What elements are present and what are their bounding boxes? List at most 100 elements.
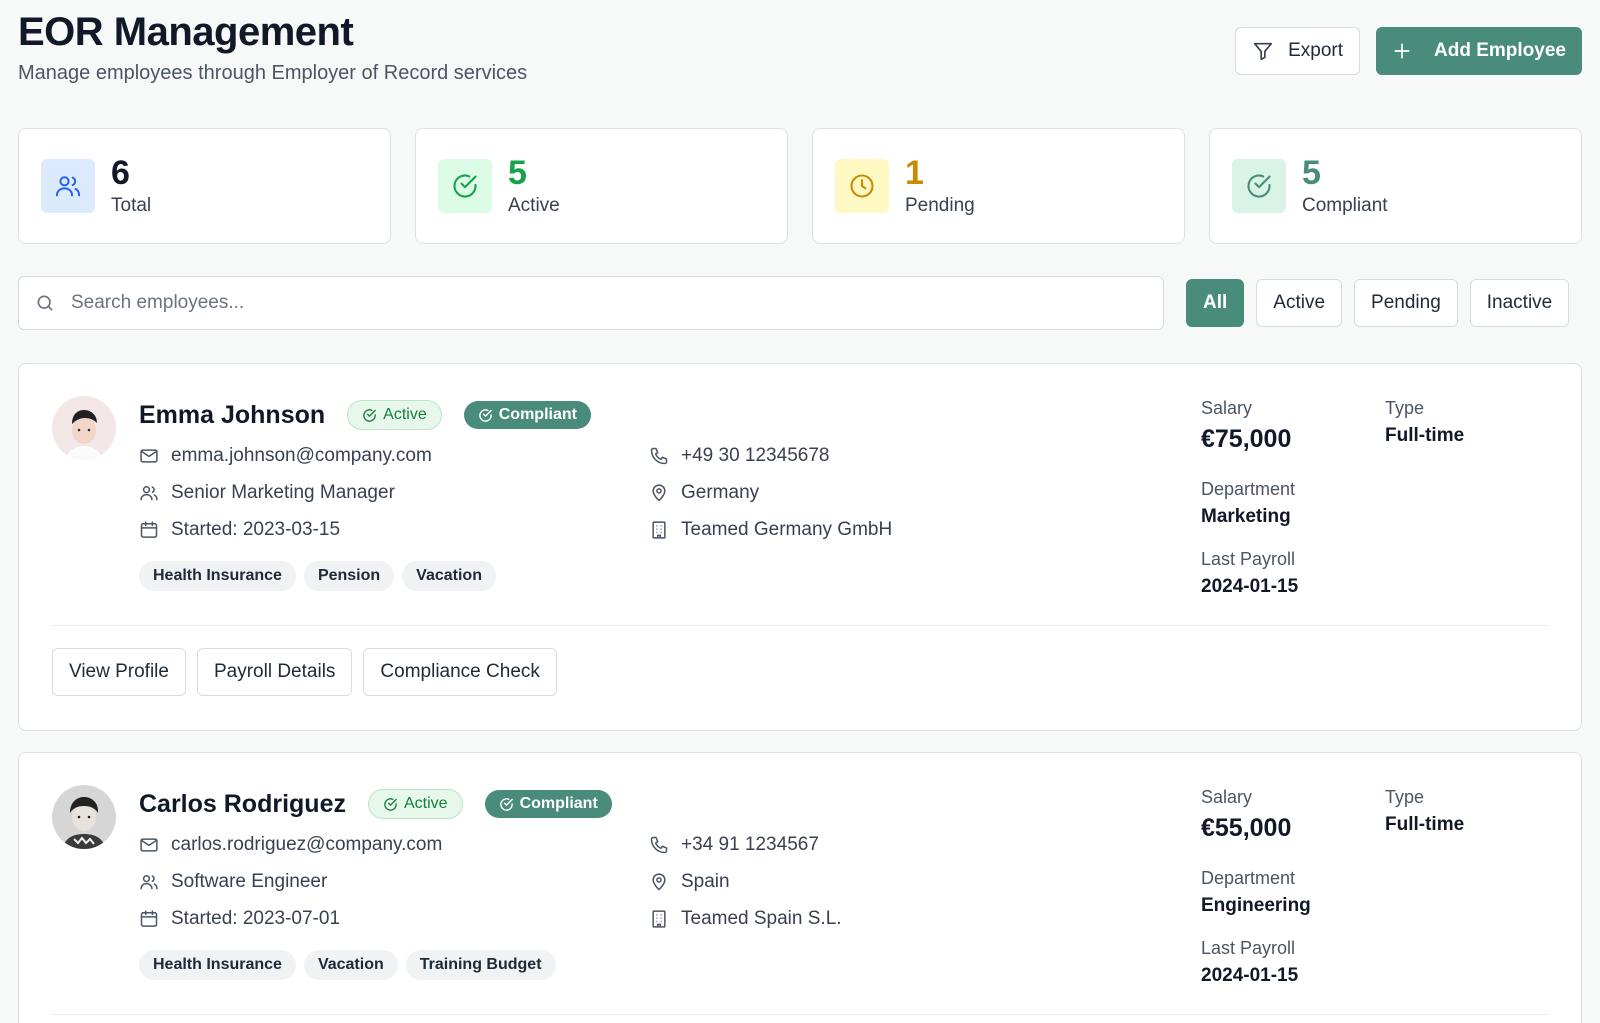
- employee-entity-row: Teamed Germany GmbH: [649, 518, 892, 542]
- status-badge-active: Active: [367, 789, 463, 819]
- search-icon: [35, 293, 55, 313]
- employee-start-date: Started: 2023-03-15: [171, 519, 341, 540]
- add-employee-button[interactable]: Add Employee: [1376, 27, 1582, 75]
- employee-email: emma.johnson@company.com: [171, 445, 432, 466]
- stat-card-total: 6 Total: [18, 128, 391, 244]
- stat-label-active: Active: [508, 195, 560, 216]
- payroll-details-button[interactable]: Payroll Details: [196, 648, 353, 696]
- department-value: Marketing: [1201, 506, 1291, 527]
- stat-value-pending: 1: [905, 154, 924, 192]
- header-actions: Export Add Employee: [1235, 27, 1582, 75]
- compliance-badge: Compliant: [484, 790, 612, 818]
- employee-start-date: Started: 2023-07-01: [171, 908, 341, 929]
- employee-role: Senior Marketing Manager: [171, 482, 395, 503]
- employee-name: Carlos Rodriguez: [139, 789, 346, 818]
- check-circle-icon: [478, 408, 493, 423]
- building-icon: [649, 909, 669, 929]
- filter-all[interactable]: All: [1186, 279, 1245, 327]
- users-icon: [41, 159, 95, 213]
- salary-value: €55,000: [1201, 814, 1292, 842]
- last-payroll-value: 2024-01-15: [1201, 965, 1299, 986]
- department-block: Department Engineering: [1201, 868, 1311, 917]
- department-label: Department: [1201, 479, 1296, 499]
- filter-pending[interactable]: Pending: [1354, 279, 1458, 327]
- employee-card: Carlos Rodriguez Active Compliant carlos…: [18, 752, 1582, 1023]
- benefit-tag: Vacation: [402, 561, 496, 591]
- status-badge-label: Active: [383, 406, 427, 423]
- stat-label-total: Total: [111, 195, 152, 216]
- clock-icon: [835, 159, 889, 213]
- employee-role: Software Engineer: [171, 871, 328, 892]
- last-payroll-label: Last Payroll: [1201, 549, 1296, 569]
- status-badge-label: Active: [403, 795, 448, 812]
- stat-label-compliant: Compliant: [1302, 195, 1388, 216]
- employee-role-row: Software Engineer: [139, 870, 442, 894]
- employee-email-row: emma.johnson@company.com: [139, 444, 432, 468]
- type-block: Type Full-time: [1385, 787, 1464, 836]
- benefit-tag: Health Insurance: [139, 561, 296, 591]
- calendar-icon: [139, 520, 159, 540]
- users-icon: [139, 872, 159, 892]
- employee-phone: +34 91 1234567: [681, 834, 819, 855]
- search-box[interactable]: [18, 276, 1164, 330]
- last-payroll-block: Last Payroll 2024-01-15: [1201, 549, 1298, 598]
- type-label: Type: [1385, 398, 1425, 418]
- users-icon: [139, 483, 159, 503]
- employee-entity: Teamed Spain S.L.: [681, 908, 842, 929]
- stat-value-compliant: 5: [1302, 154, 1321, 192]
- employee-info-left: carlos.rodriguez@company.com Software En…: [139, 833, 442, 931]
- last-payroll-label: Last Payroll: [1201, 938, 1296, 958]
- benefits-list: Health Insurance Vacation Training Budge…: [139, 950, 556, 980]
- department-value: Engineering: [1201, 895, 1311, 916]
- salary-block: Salary €55,000: [1201, 787, 1291, 843]
- export-button[interactable]: Export: [1235, 27, 1361, 75]
- employee-start-row: Started: 2023-03-15: [139, 518, 432, 542]
- employee-card: Emma Johnson Active Compliant emma.johns…: [18, 363, 1582, 731]
- employee-name-row: Emma Johnson Active Compliant: [139, 400, 591, 430]
- stats-row: 6 Total 5 Active 1 Pending 5 Compliant: [18, 128, 1582, 244]
- plus-icon: [1392, 41, 1412, 61]
- card-divider: [52, 625, 1548, 626]
- mail-icon: [139, 446, 159, 466]
- employee-email-row: carlos.rodriguez@company.com: [139, 833, 442, 857]
- phone-icon: [649, 446, 669, 466]
- filter-active[interactable]: Active: [1256, 279, 1343, 327]
- department-block: Department Marketing: [1201, 479, 1295, 528]
- compliance-badge-label: Compliant: [498, 406, 577, 423]
- check-circle-icon: [499, 797, 514, 812]
- benefit-tag: Training Budget: [405, 950, 556, 980]
- employee-info-left: emma.johnson@company.com Senior Marketin…: [139, 444, 432, 542]
- calendar-icon: [139, 909, 159, 929]
- stat-value-total: 6: [111, 154, 130, 192]
- type-value: Full-time: [1385, 814, 1465, 835]
- stat-card-pending: 1 Pending: [812, 128, 1185, 244]
- filter-inactive[interactable]: Inactive: [1469, 279, 1570, 327]
- stat-value-active: 5: [508, 154, 527, 192]
- last-payroll-value: 2024-01-15: [1201, 576, 1299, 597]
- employee-start-row: Started: 2023-07-01: [139, 907, 442, 931]
- compliance-check-button[interactable]: Compliance Check: [363, 648, 557, 696]
- avatar: [52, 396, 116, 460]
- view-profile-button[interactable]: View Profile: [52, 648, 186, 696]
- employee-role-row: Senior Marketing Manager: [139, 481, 432, 505]
- type-value: Full-time: [1385, 425, 1465, 446]
- benefits-list: Health Insurance Pension Vacation: [139, 561, 496, 591]
- check-circle-icon: [362, 408, 377, 423]
- status-badge-active: Active: [347, 400, 442, 430]
- add-employee-label: Add Employee: [1434, 40, 1566, 61]
- last-payroll-block: Last Payroll 2024-01-15: [1201, 938, 1298, 987]
- benefit-tag: Pension: [303, 561, 395, 591]
- employee-name: Emma Johnson: [139, 400, 326, 429]
- export-label: Export: [1288, 40, 1344, 61]
- search-input[interactable]: [71, 292, 1071, 314]
- map-pin-icon: [649, 872, 669, 892]
- employee-name-row: Carlos Rodriguez Active Compliant: [139, 789, 612, 819]
- building-icon: [649, 520, 669, 540]
- employee-country-row: Germany: [649, 481, 892, 505]
- salary-block: Salary €75,000: [1201, 398, 1291, 454]
- employee-phone-row: +49 30 12345678: [649, 444, 892, 468]
- check-circle-icon: [438, 159, 492, 213]
- employee-info-right: +34 91 1234567 Spain Teamed Spain S.L.: [649, 833, 842, 931]
- card-divider: [52, 1014, 1548, 1015]
- employee-entity: Teamed Germany GmbH: [681, 519, 893, 540]
